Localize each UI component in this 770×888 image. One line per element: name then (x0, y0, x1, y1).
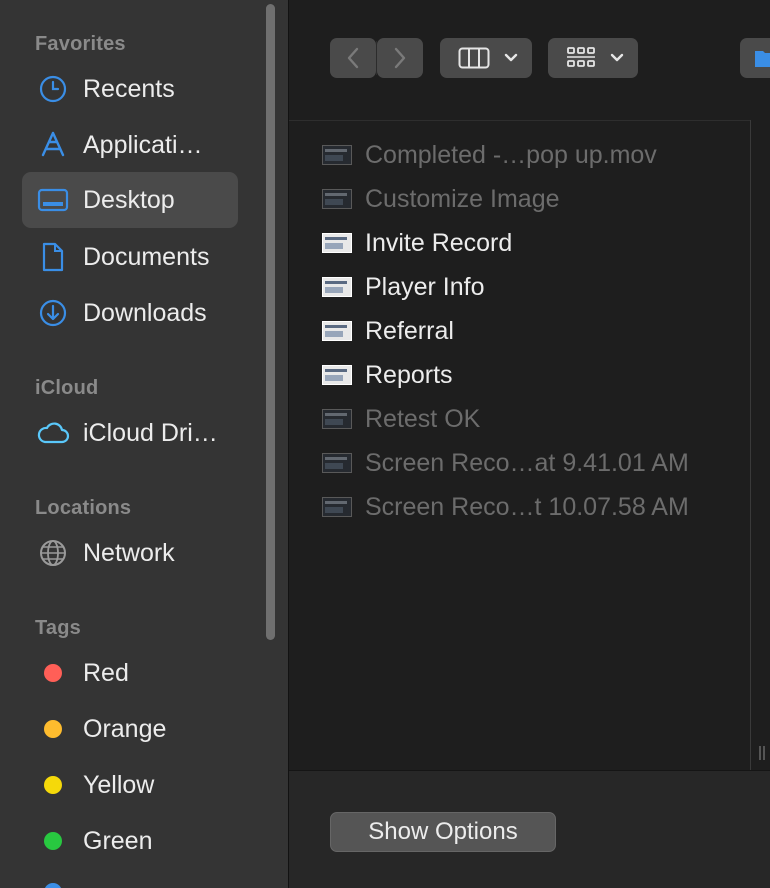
file-name: Player Info (365, 272, 485, 301)
file-row: Screen Reco…t 10.07.58 AM (322, 485, 689, 529)
file-row: Retest OK (322, 397, 480, 441)
sidebar-item-tag-green[interactable]: Green (22, 813, 238, 869)
chevron-down-icon (504, 53, 518, 62)
view-mode-button[interactable] (440, 38, 532, 78)
file-name: Customize Image (365, 184, 560, 213)
column-resize-handle[interactable] (759, 746, 765, 760)
image-thumbnail-icon (322, 321, 352, 341)
group-button[interactable] (548, 38, 638, 78)
download-icon (36, 296, 70, 330)
file-name: Completed -…pop up.mov (365, 140, 657, 169)
sidebar-item-tag-partial[interactable] (22, 869, 238, 888)
sidebar-item-documents[interactable]: Documents (22, 229, 238, 285)
video-thumbnail-icon (322, 453, 352, 473)
section-title-favorites: Favorites (35, 33, 126, 55)
column-separator (750, 120, 751, 770)
desktop-icon (36, 183, 70, 217)
chevron-down-icon (610, 53, 624, 62)
chevron-left-icon (347, 47, 359, 69)
sidebar-item-label: Recents (83, 74, 175, 103)
section-title-icloud: iCloud (35, 377, 99, 399)
tag-dot-red-icon (36, 656, 70, 690)
image-thumbnail-icon (322, 189, 352, 209)
sidebar-item-desktop[interactable]: Desktop (22, 172, 238, 228)
image-thumbnail-icon (322, 409, 352, 429)
sidebar-item-label: Yellow (83, 770, 155, 799)
file-row: Screen Reco…at 9.41.01 AM (322, 441, 689, 485)
video-thumbnail-icon (322, 497, 352, 517)
sidebar-item-label: Applicati… (83, 130, 203, 159)
file-name: Reports (365, 360, 453, 389)
sidebar-item-label: iCloud Dri… (83, 418, 218, 447)
file-row[interactable]: Referral (322, 309, 454, 353)
sidebar: Favorites Recents Applicati… Desktop Doc… (0, 0, 289, 888)
file-name: Referral (365, 316, 454, 345)
sidebar-item-applications[interactable]: Applicati… (22, 117, 238, 173)
file-row: Customize Image (322, 177, 560, 221)
file-name: Screen Reco…t 10.07.58 AM (365, 492, 689, 521)
sidebar-item-label: Desktop (83, 185, 175, 214)
tag-dot-partial-icon (36, 875, 70, 888)
image-thumbnail-icon (322, 233, 352, 253)
tag-dot-orange-icon (36, 712, 70, 746)
file-name: Screen Reco…at 9.41.01 AM (365, 448, 689, 477)
sidebar-item-network[interactable]: Network (22, 525, 238, 581)
sidebar-item-label: Red (83, 658, 129, 687)
chevron-right-icon (394, 47, 406, 69)
sidebar-item-label: Downloads (83, 298, 207, 327)
cloud-icon (36, 416, 70, 450)
image-thumbnail-icon (322, 277, 352, 297)
tag-dot-green-icon (36, 824, 70, 858)
forward-button[interactable] (377, 38, 423, 78)
tag-dot-yellow-icon (36, 768, 70, 802)
sidebar-scrollbar[interactable] (266, 4, 275, 640)
sidebar-item-tag-yellow[interactable]: Yellow (22, 757, 238, 813)
sidebar-item-tag-red[interactable]: Red (22, 645, 238, 701)
file-row[interactable]: Reports (322, 353, 453, 397)
section-title-tags: Tags (35, 617, 81, 639)
file-name: Invite Record (365, 228, 513, 257)
file-row[interactable]: Player Info (322, 265, 485, 309)
image-thumbnail-icon (322, 365, 352, 385)
sidebar-item-downloads[interactable]: Downloads (22, 285, 238, 341)
columns-view-icon (458, 47, 490, 69)
sidebar-item-label: Green (83, 826, 153, 855)
document-icon (36, 240, 70, 274)
sidebar-item-recents[interactable]: Recents (22, 61, 238, 117)
sidebar-item-icloud-drive[interactable]: iCloud Dri… (22, 405, 238, 461)
video-thumbnail-icon (322, 145, 352, 165)
clock-icon (36, 72, 70, 106)
file-row: Completed -…pop up.mov (322, 133, 657, 177)
sidebar-item-label: Orange (83, 714, 167, 743)
sidebar-item-label: Documents (83, 242, 210, 271)
new-folder-button[interactable] (740, 38, 770, 78)
applications-icon (36, 128, 70, 162)
show-options-button[interactable]: Show Options (330, 812, 556, 852)
sidebar-item-label: Network (83, 538, 175, 567)
file-name: Retest OK (365, 404, 481, 433)
folder-icon (755, 51, 770, 67)
sidebar-item-tag-orange[interactable]: Orange (22, 701, 238, 757)
grid-group-icon (567, 47, 595, 67)
section-title-locations: Locations (35, 497, 132, 519)
globe-icon (36, 536, 70, 570)
file-row[interactable]: Invite Record (322, 221, 512, 265)
back-button[interactable] (330, 38, 376, 78)
